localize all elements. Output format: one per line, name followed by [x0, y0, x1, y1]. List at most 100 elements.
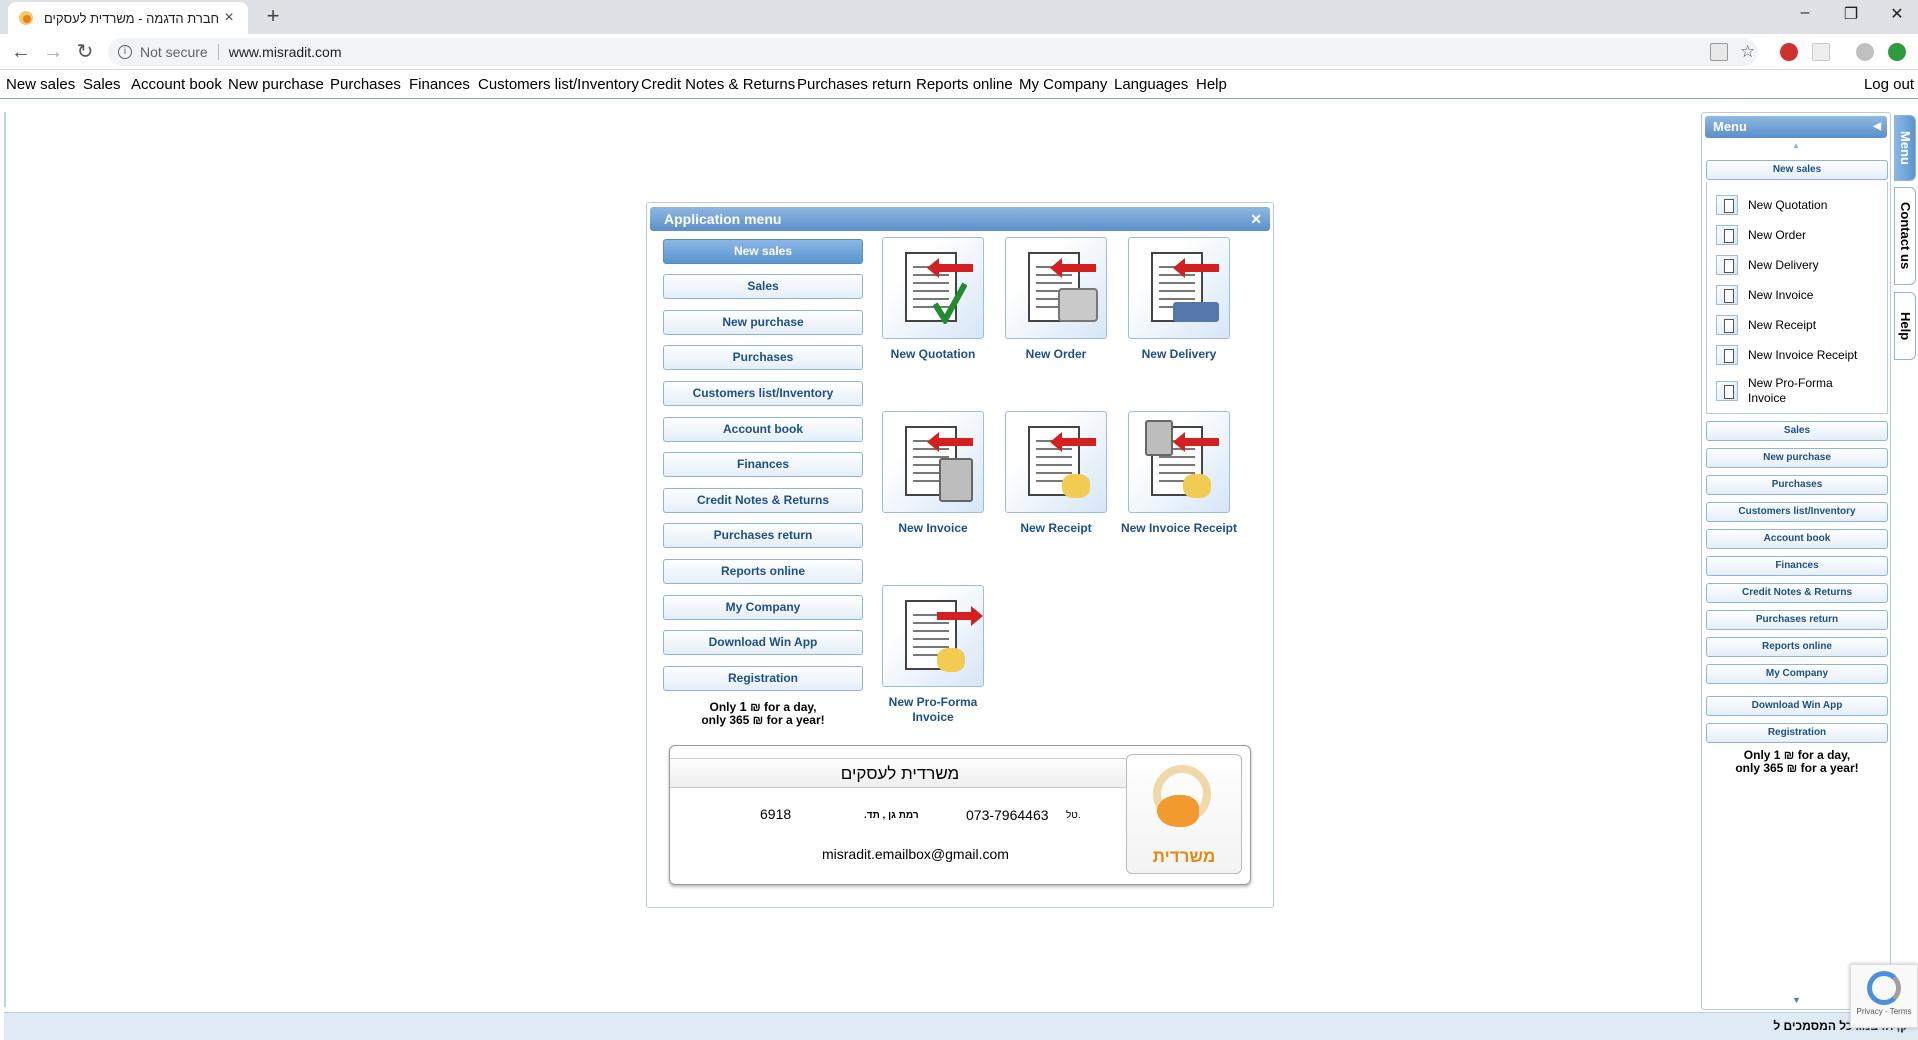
invoice-icon: [882, 411, 984, 513]
side-menu-header: Menu ◀: [1705, 116, 1887, 138]
minimize-icon[interactable]: –: [1790, 4, 1820, 22]
side-item-new-receipt[interactable]: New Receipt: [1716, 314, 1816, 336]
side-item-label: New Receipt: [1748, 318, 1817, 332]
extension-icon[interactable]: [1780, 43, 1798, 61]
app-btn-credit-notes-returns[interactable]: Credit Notes & Returns: [663, 488, 863, 513]
tile-new-pro-forma-invoice[interactable]: New Pro-Forma Invoice: [873, 585, 993, 725]
side-btn-new-purchase[interactable]: New purchase: [1706, 448, 1888, 468]
tile-new-invoice[interactable]: New Invoice: [873, 411, 993, 536]
side-item-new-invoice[interactable]: New Invoice: [1716, 284, 1813, 306]
close-icon[interactable]: ✕: [1250, 207, 1262, 231]
side-btn-download-win-app[interactable]: Download Win App: [1706, 696, 1888, 716]
collapse-icon[interactable]: ◀: [1873, 116, 1881, 138]
promo-price-day: 1: [739, 699, 747, 714]
app-btn-registration[interactable]: Registration: [663, 666, 863, 691]
extension-icon-2[interactable]: [1812, 43, 1830, 61]
side-item-label: New Delivery: [1748, 258, 1819, 272]
profile-avatar-icon[interactable]: [1856, 43, 1874, 61]
tile-label: New Invoice: [898, 521, 968, 535]
side-item-new-delivery[interactable]: New Delivery: [1716, 254, 1819, 276]
side-item-new-order[interactable]: New Order: [1716, 224, 1806, 246]
new-tab-icon[interactable]: +: [260, 4, 286, 30]
side-btn-customers-inventory[interactable]: Customers list/Inventory: [1706, 502, 1888, 522]
side-btn-new-sales[interactable]: New sales: [1706, 160, 1888, 180]
info-icon[interactable]: i: [118, 45, 132, 59]
order-icon: [1005, 237, 1107, 339]
side-btn-reports-online[interactable]: Reports online: [1706, 637, 1888, 657]
app-btn-account-book[interactable]: Account book: [663, 417, 863, 442]
side-item-new-quotation[interactable]: New Quotation: [1716, 194, 1827, 216]
side-tab-help[interactable]: Help: [1894, 292, 1916, 360]
promo-line-2: only 365 ₪ for a year!: [701, 713, 825, 727]
nav-new-purchase[interactable]: New purchase: [228, 76, 324, 93]
nav-credit-notes-returns[interactable]: Credit Notes & Returns: [641, 76, 795, 93]
invoice-receipt-icon: [1716, 345, 1738, 365]
app-btn-new-sales[interactable]: New sales: [663, 239, 863, 264]
app-btn-new-purchase[interactable]: New purchase: [663, 310, 863, 335]
nav-languages[interactable]: Languages: [1114, 76, 1188, 93]
update-icon[interactable]: [1888, 43, 1906, 61]
nav-customers-inventory[interactable]: Customers list/Inventory: [478, 76, 639, 93]
address-bar[interactable]: i Not secure www.misradit.com: [108, 38, 1758, 66]
app-btn-sales[interactable]: Sales: [663, 274, 863, 299]
app-btn-my-company[interactable]: My Company: [663, 595, 863, 620]
side-item-new-invoice-receipt[interactable]: New Invoice Receipt: [1716, 344, 1857, 366]
side-btn-account-book[interactable]: Account book: [1706, 529, 1888, 549]
side-btn-sales[interactable]: Sales: [1706, 421, 1888, 441]
app-btn-customers-inventory[interactable]: Customers list/Inventory: [663, 381, 863, 406]
nav-my-company[interactable]: My Company: [1019, 76, 1107, 93]
recaptcha-badge[interactable]: Privacy - Terms: [1850, 964, 1918, 1028]
goldfish-icon: [1157, 795, 1199, 827]
side-btn-my-company[interactable]: My Company: [1706, 664, 1888, 684]
back-icon[interactable]: ←: [8, 40, 34, 64]
application-menu-window: Application menu ✕ New sales Sales New p…: [646, 202, 1274, 908]
side-tab-menu[interactable]: Menu: [1894, 115, 1916, 181]
side-btn-purchases[interactable]: Purchases: [1706, 475, 1888, 495]
nav-purchases[interactable]: Purchases: [330, 76, 401, 93]
scroll-up-icon[interactable]: ▲: [1792, 141, 1800, 150]
app-btn-purchases[interactable]: Purchases: [663, 345, 863, 370]
side-btn-purchases-return[interactable]: Purchases return: [1706, 610, 1888, 630]
company-name: משרדית לעסקים: [670, 758, 1130, 788]
side-tab-contact-us[interactable]: Contact us: [1894, 187, 1916, 285]
forward-icon[interactable]: →: [40, 40, 66, 64]
reload-icon[interactable]: ↻: [72, 40, 98, 64]
business-card: משרדית לעסקים רמת גן , תד. 6918 טל. 073-…: [669, 745, 1251, 885]
company-email: misradit.emailbox@gmail.com: [822, 846, 1009, 862]
receipt-icon: [1005, 411, 1107, 513]
app-btn-finances[interactable]: Finances: [663, 452, 863, 477]
nav-finances[interactable]: Finances: [409, 76, 470, 93]
tile-new-order[interactable]: New Order: [996, 237, 1116, 362]
nav-account-book[interactable]: Account book: [131, 76, 222, 93]
side-item-new-pro-forma-invoice[interactable]: New Pro-Forma Invoice: [1716, 375, 1856, 407]
logout-link[interactable]: Log out: [1864, 76, 1914, 93]
side-btn-credit-notes-returns[interactable]: Credit Notes & Returns: [1706, 583, 1888, 603]
translate-icon[interactable]: [1710, 43, 1728, 61]
nav-new-sales[interactable]: New sales: [6, 76, 75, 93]
tile-new-delivery[interactable]: New Delivery: [1119, 237, 1239, 362]
tile-new-receipt[interactable]: New Receipt: [996, 411, 1116, 536]
quotation-icon: [1716, 195, 1738, 215]
app-btn-reports-online[interactable]: Reports online: [663, 559, 863, 584]
nav-reports-online[interactable]: Reports online: [916, 76, 1013, 93]
nav-sales[interactable]: Sales: [83, 76, 121, 93]
side-btn-finances[interactable]: Finances: [1706, 556, 1888, 576]
tile-new-quotation[interactable]: New Quotation: [873, 237, 993, 362]
side-btn-registration[interactable]: Registration: [1706, 723, 1888, 743]
phone-label: טל.: [1066, 810, 1081, 821]
scroll-down-icon[interactable]: ▼: [1792, 995, 1801, 1005]
app-btn-purchases-return[interactable]: Purchases return: [663, 523, 863, 548]
nav-help[interactable]: Help: [1196, 76, 1227, 93]
recaptcha-links[interactable]: Privacy - Terms: [1851, 1007, 1917, 1016]
delivery-icon: [1128, 237, 1230, 339]
tile-label: New Quotation: [890, 347, 976, 361]
tab-close-icon[interactable]: ×: [220, 9, 238, 27]
app-btn-download-win-app[interactable]: Download Win App: [663, 630, 863, 655]
browser-tab[interactable]: חברת הדגמה - משרדית לעסקים ×: [8, 2, 248, 34]
tile-label: New Order: [1025, 347, 1087, 361]
restore-icon[interactable]: ❐: [1836, 4, 1866, 24]
tile-new-invoice-receipt[interactable]: New Invoice Receipt: [1119, 411, 1239, 536]
bookmark-star-icon[interactable]: ☆: [1740, 43, 1758, 61]
nav-purchases-return[interactable]: Purchases return: [797, 76, 911, 93]
close-window-icon[interactable]: ✕: [1882, 4, 1912, 24]
